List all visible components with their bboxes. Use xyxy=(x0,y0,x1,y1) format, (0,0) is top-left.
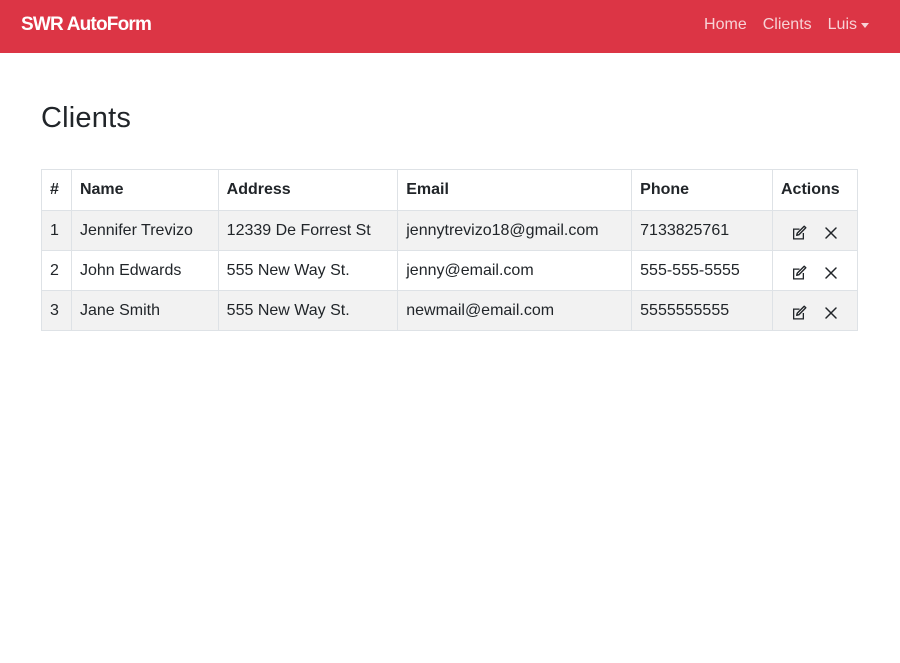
header-number: # xyxy=(41,169,72,211)
cell-email: jenny@email.com xyxy=(397,250,633,291)
navbar: SWR AutoForm Home Clients Luis xyxy=(0,0,900,53)
edit-icon[interactable] xyxy=(790,224,808,242)
cell-number: 3 xyxy=(41,290,72,331)
table-row: 1 Jennifer Trevizo 12339 De Forrest St j… xyxy=(41,210,859,251)
cell-name: John Edwards xyxy=(70,250,219,291)
close-icon[interactable] xyxy=(822,304,840,322)
user-dropdown[interactable]: Luis xyxy=(820,16,880,34)
header-email: Email xyxy=(397,169,633,211)
cell-actions xyxy=(771,290,859,331)
cell-phone: 7133825761 xyxy=(631,210,773,251)
cell-address: 12339 De Forrest St xyxy=(217,210,399,251)
header-address: Address xyxy=(217,169,399,211)
close-icon[interactable] xyxy=(822,264,840,282)
edit-icon[interactable] xyxy=(790,264,808,282)
clients-table: # Name Address Email Phone Actions 1 Jen… xyxy=(41,169,859,331)
cell-actions xyxy=(771,250,859,291)
edit-icon[interactable] xyxy=(790,304,808,322)
brand-link[interactable]: SWR AutoForm xyxy=(21,14,152,36)
cell-email: jennytrevizo18@gmail.com xyxy=(397,210,633,251)
cell-address: 555 New Way St. xyxy=(217,250,399,291)
page-title: Clients xyxy=(41,102,132,134)
cell-address: 555 New Way St. xyxy=(217,290,399,331)
cell-actions xyxy=(771,210,859,251)
header-actions: Actions xyxy=(771,169,859,211)
close-icon[interactable] xyxy=(822,224,840,242)
nav-link-clients[interactable]: Clients xyxy=(755,16,820,34)
cell-phone: 555-555-5555 xyxy=(631,250,773,291)
cell-name: Jane Smith xyxy=(70,290,219,331)
cell-phone: 5555555555 xyxy=(631,290,773,331)
nav-link-home[interactable]: Home xyxy=(696,16,755,34)
header-phone: Phone xyxy=(631,169,773,211)
header-name: Name xyxy=(70,169,219,211)
cell-email: newmail@email.com xyxy=(397,290,633,331)
table-header-row: # Name Address Email Phone Actions xyxy=(41,169,859,211)
table-row: 2 John Edwards 555 New Way St. jenny@ema… xyxy=(41,250,859,291)
cell-number: 2 xyxy=(41,250,72,291)
caret-down-icon xyxy=(861,23,869,28)
cell-name: Jennifer Trevizo xyxy=(70,210,219,251)
table-row: 3 Jane Smith 555 New Way St. newmail@ema… xyxy=(41,290,859,331)
cell-number: 1 xyxy=(41,210,72,251)
main-content: Clients # Name Address Email Phone Actio… xyxy=(0,102,900,331)
nav-links: Home Clients Luis xyxy=(696,16,880,34)
user-dropdown-label: Luis xyxy=(827,16,857,33)
